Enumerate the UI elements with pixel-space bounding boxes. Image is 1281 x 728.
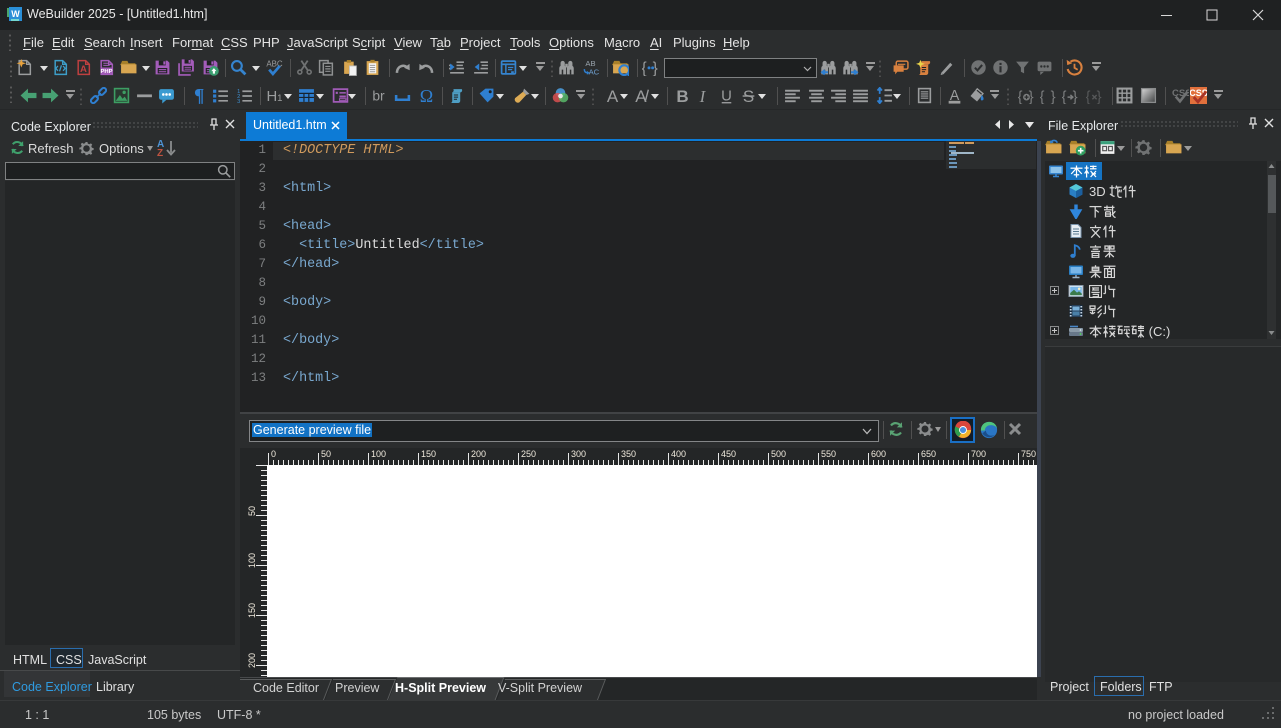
svg-text:PHP: PHP <box>101 69 113 75</box>
svg-text:1: 1 <box>277 93 282 104</box>
svg-text:{: { <box>1062 89 1066 104</box>
svg-text:A: A <box>607 87 619 104</box>
svg-text:{: { <box>642 60 647 76</box>
svg-text:B: B <box>676 87 688 104</box>
svg-text:¶: ¶ <box>194 87 204 104</box>
svg-text:{: { <box>1086 89 1090 104</box>
svg-text:H: H <box>267 89 278 104</box>
svg-text:I: I <box>699 87 707 104</box>
svg-text:{: { <box>1040 89 1044 104</box>
svg-text:AC: AC <box>589 68 599 76</box>
svg-text:A: A <box>80 64 87 75</box>
svg-text:}: } <box>1051 89 1056 104</box>
svg-text:br: br <box>372 87 385 103</box>
svg-text:3: 3 <box>237 99 240 104</box>
svg-text:}: } <box>1097 89 1102 104</box>
svg-text:W: W <box>11 9 20 19</box>
svg-text:{: { <box>1018 89 1022 104</box>
svg-text:Ω: Ω <box>420 87 433 104</box>
svg-text:U: U <box>721 88 732 104</box>
